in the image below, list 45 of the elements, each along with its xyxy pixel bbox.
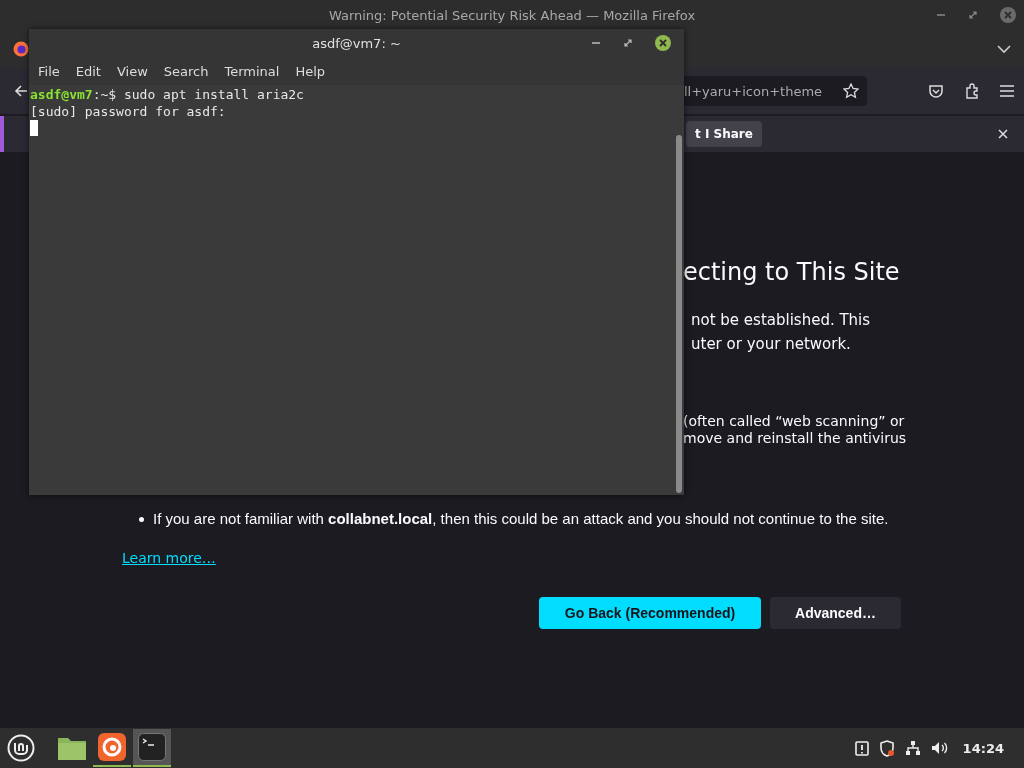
clock[interactable]: 14:24 (962, 740, 1004, 756)
menu-item[interactable]: View (108, 63, 156, 79)
paragraph-text: not be established. This (691, 310, 872, 331)
back-arrow-icon[interactable] (14, 84, 28, 98)
go-back-button[interactable]: Go Back (Recommended) (539, 597, 761, 629)
browser-icon (98, 733, 126, 761)
clipboard-alert-icon[interactable] (854, 740, 869, 756)
browser-logo-icon[interactable] (13, 41, 29, 57)
scrollbar[interactable] (676, 135, 682, 493)
paragraph-text: uter or your network. (691, 334, 852, 355)
menu-logo-icon[interactable] (7, 734, 35, 762)
menu-item[interactable]: File (30, 63, 68, 79)
menu-item[interactable]: Search (155, 63, 217, 79)
star-icon[interactable] (843, 83, 859, 99)
shield-icon[interactable] (878, 739, 895, 757)
maximize-icon[interactable] (623, 38, 633, 48)
terminal-icon (138, 733, 166, 761)
list-text: move and reinstall the antivirus (683, 430, 908, 447)
window-title: Warning: Potential Security Risk Ahead — Mozilla Firefox (328, 7, 696, 23)
list-text: (often called “web scanning” or (683, 413, 906, 430)
menu-icon[interactable] (1000, 85, 1014, 97)
folder-icon (57, 735, 87, 761)
page-heading: ecting to This Site (683, 258, 901, 286)
puzzle-icon[interactable] (964, 83, 980, 99)
menu-item[interactable]: Edit (67, 63, 109, 79)
terminal-text: :~$ sudo apt install aria2c (92, 86, 304, 103)
window-title: asdf@vm7: ~ (312, 35, 401, 51)
prompt-user: asdf@vm7 (30, 86, 93, 103)
address-bar[interactable]: ll+yaru+icon+theme (682, 76, 867, 106)
network-icon[interactable] (904, 740, 921, 756)
menu-item[interactable]: Help (287, 63, 334, 79)
list-text: If you are not familiar with collabnet.local, then this could be an attack and you should not continue to the site. (153, 510, 890, 528)
advanced-button[interactable]: Advanced… (770, 597, 901, 629)
terminal-launcher[interactable] (133, 729, 171, 767)
maximize-icon[interactable] (968, 10, 978, 20)
terminal-text: [sudo] password for asdf: (30, 103, 226, 120)
chevron-down-icon[interactable] (997, 44, 1011, 54)
share-button[interactable]: t I Share (686, 121, 762, 147)
close-icon[interactable] (655, 35, 671, 51)
learn-more-link[interactable]: Learn more… (122, 550, 216, 566)
close-icon[interactable] (998, 129, 1008, 139)
pocket-icon[interactable] (928, 83, 944, 99)
menu-item[interactable]: Terminal (216, 63, 288, 79)
volume-icon[interactable] (930, 741, 949, 755)
bullet-icon (139, 517, 144, 522)
